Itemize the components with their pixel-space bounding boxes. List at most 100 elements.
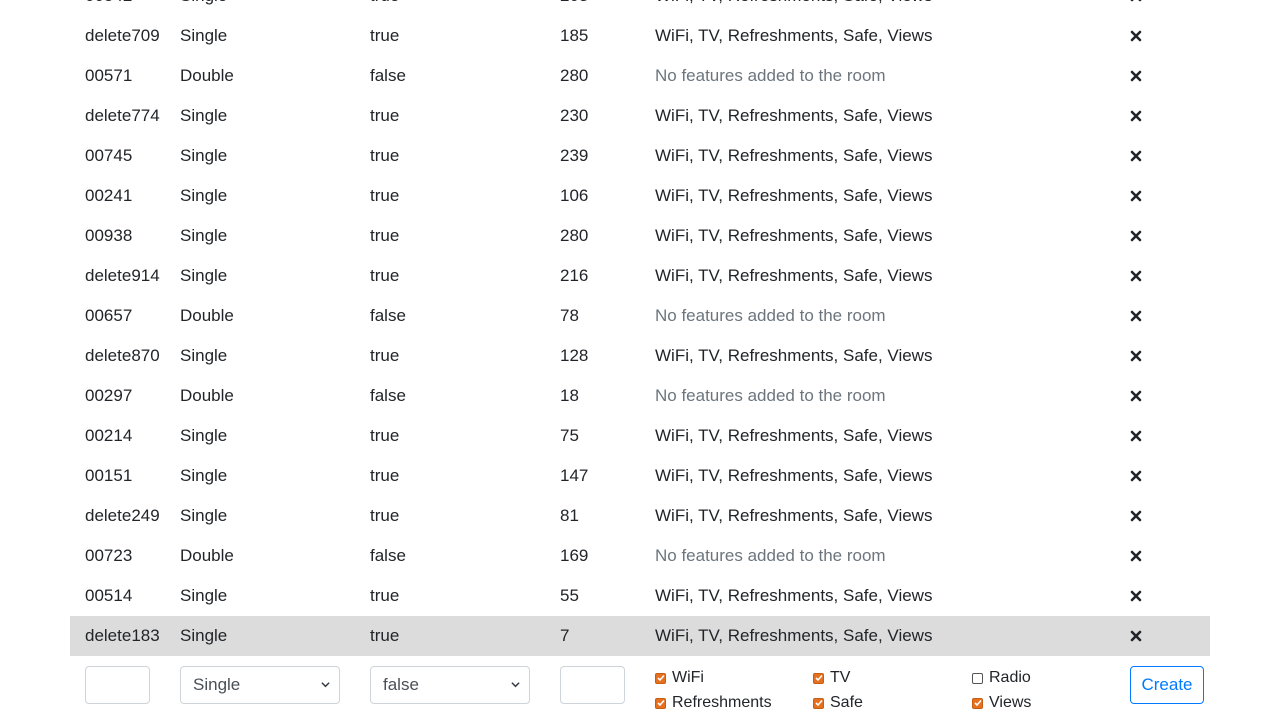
create-button[interactable]: Create — [1130, 666, 1204, 704]
room-type: Double — [180, 66, 234, 85]
delete-room-button[interactable] — [1129, 16, 1143, 56]
close-icon — [1130, 430, 1142, 442]
feature-checkbox-refreshments[interactable]: Refreshments — [655, 693, 772, 713]
room-type: Single — [180, 106, 228, 125]
room-row: 00723 Double false 169 No features added to … — [70, 536, 1210, 576]
checkbox-checked-icon[interactable] — [655, 697, 666, 709]
room-row: delete870 Single true 128 WiFi, TV, Refreshm… — [70, 336, 1210, 376]
delete-room-button[interactable] — [1129, 56, 1143, 96]
close-icon — [1130, 350, 1142, 362]
feature-checkbox-wifi[interactable]: WiFi — [655, 668, 704, 688]
room-type: Single — [180, 226, 228, 245]
room-accessible: true — [370, 106, 400, 125]
room-row: delete774 Single true 230 WiFi, TV, Refreshm… — [70, 96, 1210, 136]
room-type: Single — [180, 346, 228, 365]
delete-room-button[interactable] — [1129, 176, 1143, 216]
room-features: WiFi, TV, Refreshments, Safe, Views — [655, 426, 933, 445]
room-price: 78 — [560, 306, 579, 325]
checkbox-checked-icon[interactable] — [972, 697, 983, 709]
delete-room-button[interactable] — [1129, 536, 1143, 576]
rooms-table: 00542 Single true 203 WiFi, TV, Refreshments… — [70, 0, 1210, 656]
close-icon — [1130, 590, 1142, 602]
room-type: Single — [180, 506, 228, 525]
checkbox-checked-icon[interactable] — [655, 672, 666, 684]
close-icon — [1130, 390, 1142, 402]
feature-checkbox-tv[interactable]: TV — [813, 668, 850, 688]
close-icon — [1130, 70, 1142, 82]
room-row: 00542 Single true 203 WiFi, TV, Refreshments… — [70, 0, 1210, 16]
feature-checkbox-radio[interactable]: Radio — [972, 668, 1031, 688]
delete-room-button[interactable] — [1129, 576, 1143, 616]
room-number: 00514 — [85, 586, 133, 605]
room-number: 00657 — [85, 306, 133, 325]
close-icon — [1130, 230, 1142, 242]
room-number: delete914 — [85, 266, 160, 285]
delete-room-button[interactable] — [1129, 0, 1143, 16]
room-price: 185 — [560, 26, 589, 45]
close-icon — [1130, 190, 1142, 202]
room-type-select[interactable]: Single — [180, 666, 340, 704]
room-accessible: true — [370, 226, 400, 245]
room-row: 00241 Single true 106 WiFi, TV, Refreshments… — [70, 176, 1210, 216]
room-type: Single — [180, 266, 228, 285]
close-icon — [1130, 550, 1142, 562]
feature-label: Radio — [989, 669, 1031, 686]
room-number: delete183 — [85, 626, 160, 645]
room-number: delete709 — [85, 26, 160, 45]
checkbox-checked-icon[interactable] — [813, 697, 824, 709]
room-price: 75 — [560, 426, 579, 445]
room-accessible: false — [370, 66, 406, 85]
room-type-selected: Single — [193, 675, 241, 694]
room-row: 00297 Double false 18 No features added to t… — [70, 376, 1210, 416]
delete-room-button[interactable] — [1129, 416, 1143, 456]
room-type: Single — [180, 586, 228, 605]
room-accessible: true — [370, 346, 400, 365]
room-price: 169 — [560, 546, 589, 565]
room-price: 18 — [560, 386, 579, 405]
feature-checkbox-views[interactable]: Views — [972, 693, 1031, 713]
room-number: 00745 — [85, 146, 133, 165]
accessible-select[interactable]: false — [370, 666, 530, 704]
delete-room-button[interactable] — [1129, 136, 1143, 176]
room-features: WiFi, TV, Refreshments, Safe, Views — [655, 146, 933, 165]
room-price: 280 — [560, 226, 589, 245]
room-number: 00542 — [85, 0, 132, 16]
room-type: Single — [180, 0, 227, 16]
room-type: Single — [180, 466, 228, 485]
accessible-selected: false — [383, 675, 419, 694]
delete-room-button[interactable] — [1129, 616, 1143, 656]
delete-room-button[interactable] — [1129, 256, 1143, 296]
feature-checkbox-safe[interactable]: Safe — [813, 693, 863, 713]
room-price: 106 — [560, 186, 589, 205]
checkbox-checked-icon[interactable] — [813, 672, 824, 684]
delete-room-button[interactable] — [1129, 496, 1143, 536]
feature-label: TV — [830, 669, 851, 686]
room-row: 00938 Single true 280 WiFi, TV, Refreshments… — [70, 216, 1210, 256]
close-icon — [1130, 470, 1142, 482]
room-type: Double — [180, 546, 234, 565]
room-type: Single — [180, 426, 228, 445]
close-icon — [1130, 270, 1142, 282]
delete-room-button[interactable] — [1129, 336, 1143, 376]
room-features: WiFi, TV, Refreshments, Safe, Views — [655, 466, 933, 485]
room-row: delete183 Single true 7 WiFi, TV, Refreshmen… — [70, 616, 1210, 656]
checkbox-unchecked-icon[interactable] — [972, 672, 983, 684]
room-number: 00241 — [85, 186, 133, 205]
room-price: 230 — [560, 106, 589, 125]
close-icon — [1130, 0, 1142, 2]
room-features: WiFi, TV, Refreshments, Safe, Views — [655, 26, 933, 45]
room-features: WiFi, TV, Refreshments, Safe, Views — [655, 506, 933, 525]
delete-room-button[interactable] — [1129, 296, 1143, 336]
room-row: delete249 Single true 81 WiFi, TV, Refreshme… — [70, 496, 1210, 536]
delete-room-button[interactable] — [1129, 216, 1143, 256]
room-type: Single — [180, 186, 228, 205]
room-price: 239 — [560, 146, 589, 165]
delete-room-button[interactable] — [1129, 96, 1143, 136]
delete-room-button[interactable] — [1129, 456, 1143, 496]
room-features: WiFi, TV, Refreshments, Safe, Views — [655, 0, 932, 16]
room-number-input[interactable] — [85, 666, 150, 704]
room-price-input[interactable] — [560, 666, 625, 704]
delete-room-button[interactable] — [1129, 376, 1143, 416]
room-row: delete914 Single true 216 WiFi, TV, Refreshm… — [70, 256, 1210, 296]
room-price: 280 — [560, 66, 589, 85]
